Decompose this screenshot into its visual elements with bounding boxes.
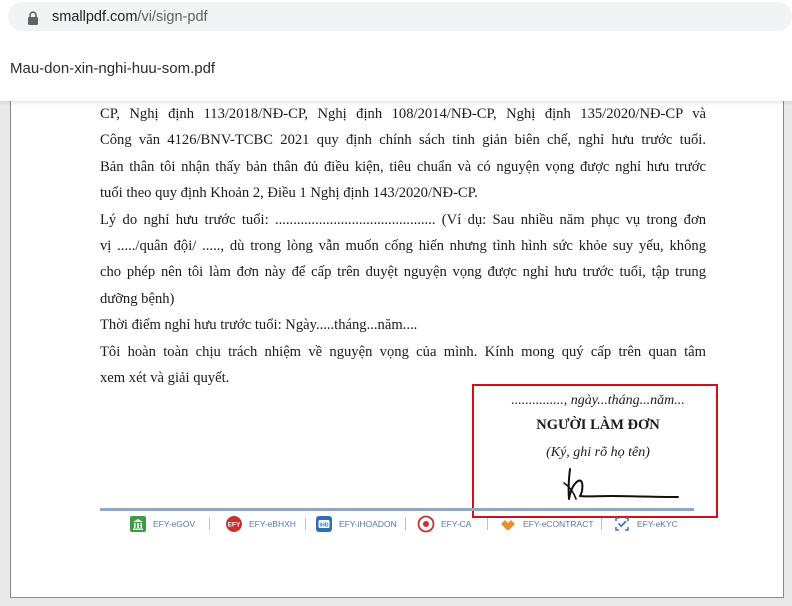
target-icon: [417, 515, 435, 533]
document-line: Công văn 4126/BNV-TCBC 2021 quy định chí…: [100, 132, 706, 149]
signature-note: (Ký, ghi rõ họ tên): [546, 445, 650, 460]
footer-logo-label: EFY-eKYC: [637, 519, 678, 529]
svg-text:iHD: iHD: [320, 522, 329, 528]
footer-separator: [209, 518, 210, 530]
document-line: vị ...../quân đội/ ....., dù trong lòng …: [100, 238, 706, 255]
document-line: Lý do nghỉ hưu trước tuổi: .............…: [100, 211, 706, 228]
building-icon: [130, 516, 146, 532]
pdf-page[interactable]: CP, Nghị định 113/2018/NĐ-CP, Nghị định …: [10, 101, 784, 598]
document-line: Tôi hoàn toàn chịu trách nhiệm về nguyện…: [100, 343, 706, 360]
ihd-badge-icon: iHD: [316, 516, 332, 532]
footer-separator: [487, 518, 488, 530]
document-body: CP, Nghị định 113/2018/NĐ-CP, Nghị định …: [100, 101, 706, 391]
pdf-viewer[interactable]: CP, Nghị định 113/2018/NĐ-CP, Nghị định …: [0, 101, 792, 606]
handwritten-signature[interactable]: [556, 463, 681, 505]
footer-logo-egov: EFY-eGOV: [129, 514, 195, 534]
footer-logo-label: EFY-iHOADON: [339, 519, 397, 529]
address-bar: smallpdf.com/vi/sign-pdf: [0, 0, 792, 33]
lock-icon[interactable]: [27, 11, 39, 25]
url-text[interactable]: smallpdf.com/vi/sign-pdf: [52, 9, 208, 25]
document-line: CP, Nghị định 113/2018/NĐ-CP, Nghị định …: [100, 106, 706, 122]
footer-logo-ebhxh: EFY EFY-eBHXH: [225, 514, 296, 534]
signer-title: NGƯỜI LÀM ĐƠN: [536, 417, 660, 433]
footer-logo-label: EFY-eBHXH: [249, 519, 296, 529]
footer-logo-label: EFY-CA: [441, 519, 472, 529]
document-line: dưỡng bệnh): [100, 290, 175, 307]
efy-circle-icon: EFY: [226, 516, 242, 532]
signature-date-line: ..............., ngày...tháng...năm...: [511, 393, 685, 408]
url-host: smallpdf.com: [52, 9, 138, 25]
footer-logo-ekyc: EFY-eKYC: [613, 514, 678, 534]
handshake-icon: [501, 520, 515, 530]
footer-logo-ca: EFY-CA: [417, 514, 471, 534]
document-line: tuổi theo quy định Khoản 2, Điều 1 Nghị …: [100, 185, 478, 202]
url-field[interactable]: smallpdf.com/vi/sign-pdf: [8, 2, 792, 31]
face-check-icon: [615, 517, 629, 531]
document-line: Thời điểm nghỉ hưu trước tuổi: Ngày.....…: [100, 317, 418, 334]
svg-text:EFY: EFY: [228, 522, 241, 529]
footer-logos: EFY-eGOV EFY EFY-eBHXH iHD EFY-iHOADON E…: [129, 511, 689, 537]
footer-logo-label: EFY-eCONTRACT: [523, 519, 594, 529]
footer-separator: [405, 518, 406, 530]
footer-logo-ihoadon: iHD EFY-iHOADON: [315, 514, 397, 534]
footer-logo-label: EFY-eGOV: [153, 519, 196, 529]
document-line: cho phép nên tôi làm đơn này để cấp trên…: [100, 264, 706, 281]
file-name: Mau-don-xin-nghi-huu-som.pdf: [10, 60, 216, 77]
footer-logo-econtract: EFY-eCONTRACT: [499, 514, 594, 534]
document-line: Bản thân tôi nhận thấy bản thân đủ điều …: [100, 158, 706, 175]
footer-separator: [601, 518, 602, 530]
footer-separator: [305, 518, 306, 530]
file-header: Mau-don-xin-nghi-huu-som.pdf: [0, 33, 792, 101]
url-path: /vi/sign-pdf: [137, 9, 208, 25]
